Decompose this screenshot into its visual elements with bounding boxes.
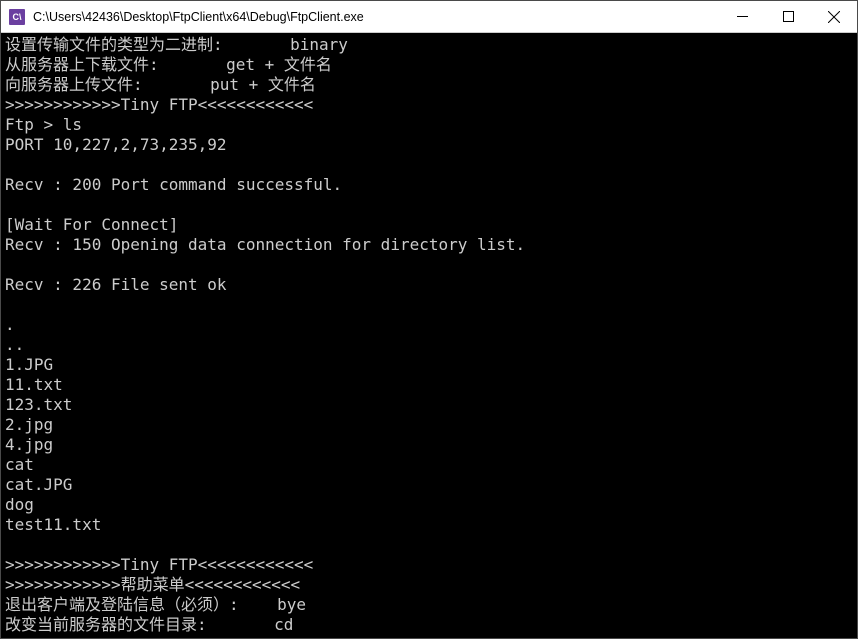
console-output[interactable]: 设置传输文件的类型为二进制: binary 从服务器上下载文件: get + 文… (1, 33, 857, 638)
window-controls (719, 1, 857, 32)
close-icon (828, 11, 840, 23)
maximize-button[interactable] (765, 1, 811, 32)
maximize-icon (783, 11, 794, 22)
window-title: C:\Users\42436\Desktop\FtpClient\x64\Deb… (33, 10, 719, 24)
close-button[interactable] (811, 1, 857, 32)
app-window: C\ C:\Users\42436\Desktop\FtpClient\x64\… (0, 0, 858, 639)
titlebar[interactable]: C\ C:\Users\42436\Desktop\FtpClient\x64\… (1, 1, 857, 33)
minimize-button[interactable] (719, 1, 765, 32)
app-icon: C\ (9, 9, 25, 25)
minimize-icon (737, 11, 748, 22)
